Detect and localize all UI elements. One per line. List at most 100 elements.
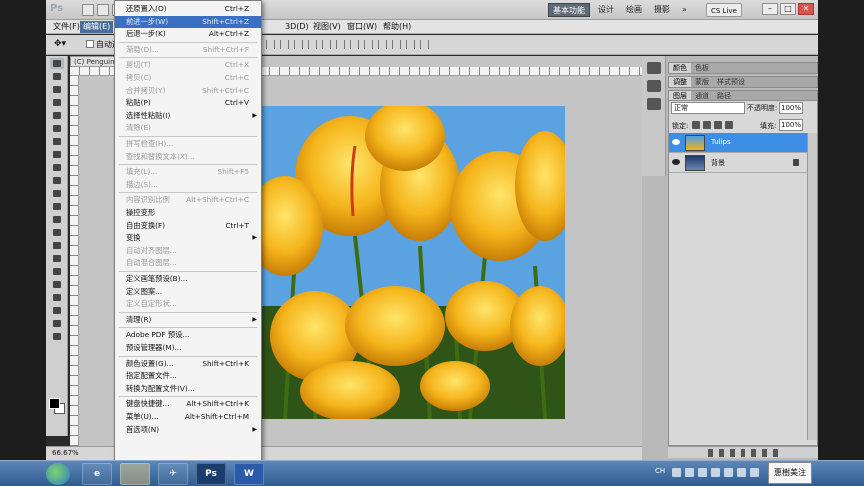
layers-scrollbar[interactable] [807,133,817,440]
dodge-tool-icon[interactable] [50,227,64,238]
edit-menu-item[interactable]: 后退一步(K) Alt+Ctrl+Z [115,28,261,40]
adjustment-layer-icon[interactable] [740,449,746,457]
align-right-icon[interactable] [336,40,345,49]
clone-stamp-tool-icon[interactable] [50,162,64,173]
menu-file[interactable]: 文件(F) [50,21,83,33]
taskbar-explorer[interactable] [120,463,150,485]
menu-edit[interactable]: 编辑(E) [80,21,114,33]
menu-help[interactable]: 帮助(H) [380,21,414,33]
edit-menu-item[interactable]: 菜单(U)... Alt+Shift+Ctrl+M [115,411,261,423]
align-middle-icon[interactable] [280,40,289,49]
lasso-tool-icon[interactable] [50,84,64,95]
edit-menu-item[interactable]: 指定配置文件... [115,370,261,382]
opacity-field[interactable]: 100% [779,102,803,114]
menu-3d[interactable]: 3D(D) [282,21,312,33]
distribute-center-icon[interactable] [406,40,415,49]
workspace-essentials[interactable]: 基本功能 [548,3,590,17]
input-language[interactable]: CH [655,467,665,475]
shape-tool-icon[interactable] [50,279,64,290]
tray-icon[interactable] [724,468,733,477]
hand-tool-icon[interactable] [50,318,64,329]
distribute-left-icon[interactable] [392,40,401,49]
start-button[interactable] [46,463,70,485]
tray-icon[interactable] [672,468,681,477]
history-panel-icon[interactable] [647,62,661,74]
align-center-icon[interactable] [322,40,331,49]
lock-transparent-icon[interactable] [692,121,700,129]
edit-menu-item[interactable]: 操控变形 [115,207,261,219]
delete-layer-icon[interactable] [773,449,779,457]
lock-image-icon[interactable] [703,121,711,129]
brush-tool-icon[interactable] [50,149,64,160]
taskbar-photoshop[interactable]: Ps [196,463,226,485]
blur-tool-icon[interactable] [50,214,64,225]
move-tool-icon[interactable] [50,58,64,69]
bridge-icon[interactable] [82,4,94,16]
type-tool-icon[interactable] [50,253,64,264]
zoom-tool-icon[interactable] [50,331,64,342]
layer-style-icon[interactable] [718,449,724,457]
history-brush-tool-icon[interactable] [50,175,64,186]
edit-menu-item[interactable]: 清理(R) ▶ [115,314,261,326]
distribute-right-icon[interactable] [420,40,429,49]
eraser-tool-icon[interactable] [50,188,64,199]
edit-menu-item[interactable]: 变换 ▶ [115,232,261,244]
blend-mode-select[interactable]: 正常 [671,102,745,114]
distribute-bottom-icon[interactable] [378,40,387,49]
layer-mask-icon[interactable] [729,449,735,457]
actions-panel-icon[interactable] [647,80,661,92]
cs-live-button[interactable]: CS Live [706,3,742,17]
marquee-tool-icon[interactable] [50,71,64,82]
edit-menu-item[interactable]: Adobe PDF 预设... [115,329,261,341]
crop-tool-icon[interactable] [50,110,64,121]
lock-position-icon[interactable] [714,121,722,129]
tab-styles[interactable]: 样式预设 [713,77,749,87]
edit-menu-item[interactable]: 键盘快捷键... Alt+Shift+Ctrl+K [115,398,261,410]
visibility-eye-icon[interactable] [672,139,680,145]
distribute-middle-icon[interactable] [364,40,373,49]
workspace-more[interactable]: » [678,3,691,17]
edit-menu-item[interactable]: 颜色设置(G)... Shift+Ctrl+K [115,358,261,370]
maximize-button[interactable]: □ [780,3,796,15]
edit-menu-item[interactable]: 转换为配置文件(V)... [115,383,261,395]
move-tool-preset-icon[interactable]: ✥▾ [54,39,76,51]
edit-menu-item[interactable]: 前进一步(W) Shift+Ctrl+Z [115,15,261,28]
healing-brush-tool-icon[interactable] [50,136,64,147]
3d-rotate-tool-icon[interactable] [50,292,64,303]
edit-menu-item[interactable]: 自由变换(F) Ctrl+T [115,220,261,232]
path-selection-tool-icon[interactable] [50,266,64,277]
align-top-icon[interactable] [266,40,275,49]
minimize-button[interactable]: – [762,3,778,15]
distribute-top-icon[interactable] [350,40,359,49]
layer-row-background[interactable]: 背景 [669,153,807,173]
mini-bridge-icon[interactable] [97,4,109,16]
taskbar-ie[interactable]: e [82,463,112,485]
tray-icon[interactable] [685,468,694,477]
foreground-color-swatch[interactable] [49,398,60,409]
edit-menu-item[interactable]: 粘贴(P) Ctrl+V [115,97,261,109]
document-canvas-tulips[interactable] [255,106,565,419]
tab-swatches[interactable]: 色板 [691,63,713,73]
tray-icon[interactable] [711,468,720,477]
character-panel-icon[interactable] [647,98,661,110]
edit-menu-item[interactable]: 首选项(N) ▶ [115,424,261,436]
tray-icon[interactable] [698,468,707,477]
workspace-photography[interactable]: 摄影 [650,3,674,17]
edit-menu-item[interactable]: 定义画笔预设(B)... [115,273,261,285]
layer-row-tulips[interactable]: Tulips [669,133,807,153]
new-group-icon[interactable] [751,449,757,457]
eyedropper-tool-icon[interactable] [50,123,64,134]
taskbar-app-plane[interactable]: ✈ [158,463,188,485]
edit-menu-item[interactable]: 选择性粘贴(I) ▶ [115,110,261,122]
link-layers-icon[interactable] [708,449,713,457]
menu-view[interactable]: 视图(V) [310,21,344,33]
visibility-eye-icon[interactable] [672,159,680,165]
quick-selection-tool-icon[interactable] [50,97,64,108]
align-left-icon[interactable] [308,40,317,49]
edit-menu-item[interactable]: 定义图案... [115,286,261,298]
tab-masks[interactable]: 蒙版 [691,77,713,87]
new-layer-icon[interactable] [762,449,768,457]
edit-menu-item[interactable]: 还原置入(O) Ctrl+Z [115,3,261,15]
menu-window[interactable]: 窗口(W) [344,21,380,33]
lock-all-icon[interactable] [725,121,733,129]
